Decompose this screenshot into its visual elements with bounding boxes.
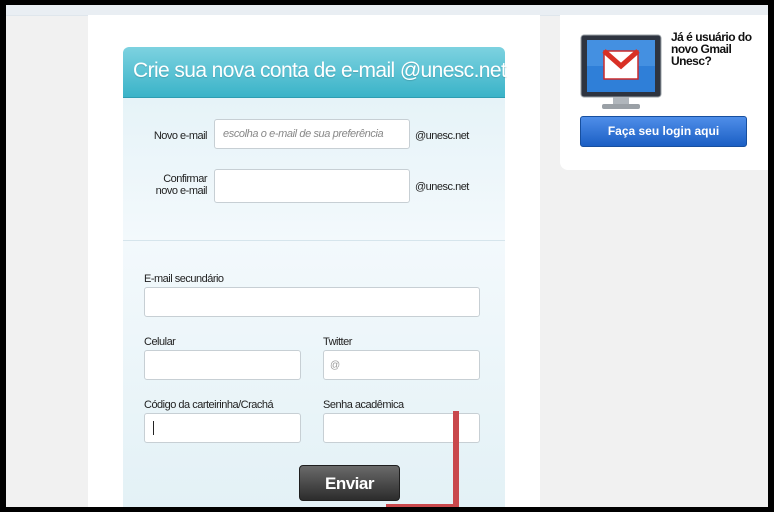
form-header: Crie sua nova conta de e-mail @unesc.net: [123, 47, 507, 98]
form-title: Crie sua nova conta de e-mail @unesc.net: [133, 59, 507, 82]
new-email-input[interactable]: escolha o e-mail de sua preferência: [214, 119, 410, 149]
email-section: Novo e-mail escolha o e-mail de sua pref…: [123, 98, 505, 241]
twitter-input[interactable]: @: [323, 350, 480, 380]
twitter-at-prefix: @: [330, 360, 340, 371]
secondary-email-input[interactable]: [144, 287, 480, 317]
existing-user-question: Já é usuário do novo Gmail Unesc?: [671, 30, 752, 68]
browser-viewport: Crie sua nova conta de e-mail @unesc.net…: [6, 5, 768, 507]
new-email-label: Novo e-mail: [153, 130, 208, 142]
confirm-email-label: Confirmar novo e-mail: [155, 173, 208, 197]
text-cursor: [153, 421, 154, 435]
gmail-monitor-icon: [580, 34, 662, 109]
submit-button[interactable]: Enviar: [299, 465, 400, 501]
secondary-email-label: E-mail secundário: [144, 273, 224, 285]
new-email-suffix: @unesc.net: [415, 130, 469, 142]
confirm-email-suffix: @unesc.net: [415, 181, 469, 193]
login-panel: Já é usuário do novo Gmail Unesc? Faça s…: [560, 15, 768, 170]
phone-input[interactable]: [144, 350, 301, 380]
annotation-line-horizontal: [386, 504, 459, 507]
confirm-email-input[interactable]: [214, 169, 410, 203]
annotation-line-vertical: [453, 411, 459, 507]
academic-password-label: Senha acadêmica: [323, 399, 404, 411]
new-email-placeholder: escolha o e-mail de sua preferência: [223, 128, 384, 140]
twitter-label: Twitter: [323, 336, 352, 348]
signup-form-card: Crie sua nova conta de e-mail @unesc.net…: [123, 47, 507, 507]
login-button[interactable]: Faça seu login aqui: [580, 116, 747, 147]
card-code-label: Código da carteirinha/Crachá: [144, 399, 274, 411]
main-content: Crie sua nova conta de e-mail @unesc.net…: [88, 15, 540, 507]
card-code-input[interactable]: [144, 413, 301, 443]
phone-label: Celular: [144, 336, 176, 348]
